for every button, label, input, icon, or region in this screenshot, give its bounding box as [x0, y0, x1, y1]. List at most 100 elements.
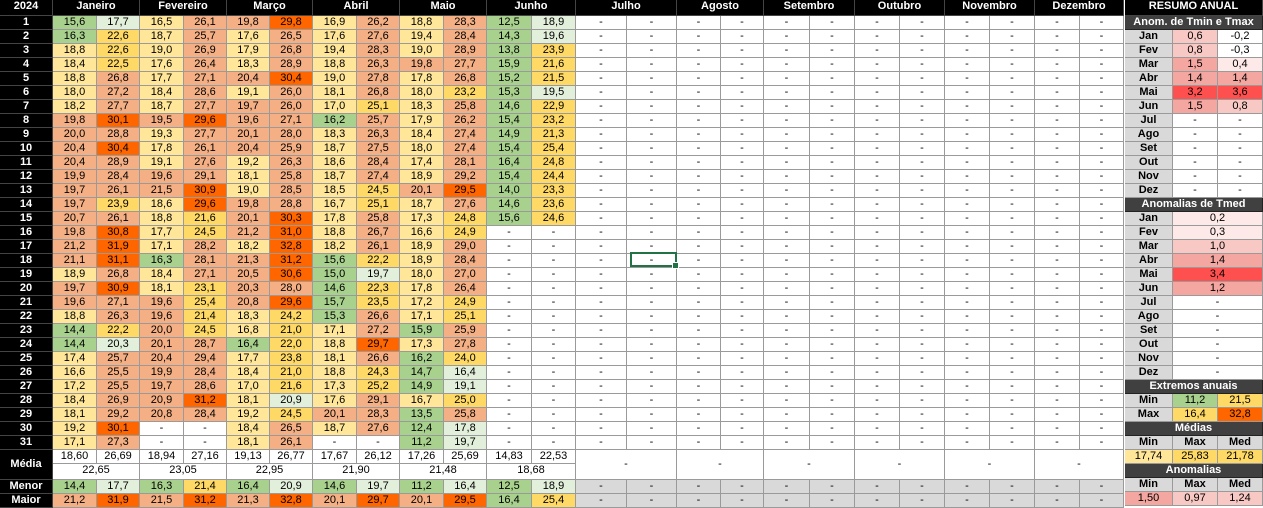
tmax-cell[interactable]: - — [990, 86, 1035, 100]
tmax-cell[interactable]: - — [990, 282, 1035, 296]
tmin-cell[interactable]: - — [945, 380, 990, 394]
tmax-cell[interactable]: - — [810, 408, 855, 422]
extremos-min-tmax[interactable]: 21,5 — [1218, 394, 1263, 408]
tmax-cell[interactable]: 27,8 — [444, 338, 487, 352]
tmax-cell[interactable]: 25,4 — [532, 142, 576, 156]
tmax-cell[interactable]: - — [721, 156, 764, 170]
tmax-cell[interactable]: - — [990, 338, 1035, 352]
tmin-cell[interactable]: - — [1035, 100, 1080, 114]
tmax-cell[interactable]: 24,5 — [357, 184, 400, 198]
tmin-cell[interactable]: 19,6 — [227, 114, 270, 128]
tmin-cell[interactable]: - — [764, 268, 810, 282]
tmin-cell[interactable]: 19,2 — [227, 408, 270, 422]
anom-tmax[interactable]: 0,4 — [1218, 58, 1263, 72]
tmin-cell[interactable]: - — [576, 310, 627, 324]
tmin-cell[interactable]: 18,4 — [400, 128, 444, 142]
tmax-cell[interactable]: - — [810, 254, 855, 268]
tmax-cell[interactable]: 30,8 — [97, 226, 140, 240]
anom-tmed[interactable]: 1,2 — [1173, 282, 1263, 296]
tmin-cell[interactable]: 19,8 — [400, 58, 444, 72]
tmax-cell[interactable]: - — [810, 72, 855, 86]
tmax-cell[interactable]: - — [627, 254, 677, 268]
tmax-cell[interactable]: 27,6 — [444, 198, 487, 212]
tmin-cell[interactable]: - — [855, 366, 900, 380]
tmin-cell[interactable]: 18,0 — [400, 142, 444, 156]
tmin-cell[interactable]: - — [576, 282, 627, 296]
tmin-cell[interactable]: - — [677, 58, 721, 72]
tmin-cell[interactable]: - — [1035, 380, 1080, 394]
tmin-cell[interactable]: - — [677, 366, 721, 380]
day-label-13[interactable]: 13 — [0, 184, 53, 198]
tmax-cell[interactable]: - — [900, 310, 945, 324]
tmax-cell[interactable]: 18,9 — [532, 16, 576, 30]
tmax-cell[interactable]: - — [1080, 184, 1124, 198]
tmax-cell[interactable]: 22,5 — [97, 58, 140, 72]
tmin-cell[interactable]: - — [1035, 352, 1080, 366]
maior-tmax[interactable]: 32,8 — [270, 494, 313, 508]
tmin-cell[interactable]: 19,1 — [140, 156, 184, 170]
tmax-cell[interactable]: - — [900, 338, 945, 352]
anom-tmax[interactable]: -0,3 — [1218, 44, 1263, 58]
tmin-cell[interactable]: - — [576, 324, 627, 338]
tmin-cell[interactable]: - — [140, 436, 184, 450]
tmin-cell[interactable]: 20,0 — [140, 324, 184, 338]
tmax-cell[interactable]: - — [990, 422, 1035, 436]
anom-tmin[interactable]: - — [1173, 184, 1218, 198]
media-empty[interactable]: - — [764, 450, 855, 480]
tmin-cell[interactable]: - — [677, 436, 721, 450]
tmin-cell[interactable]: 19,7 — [227, 100, 270, 114]
menor-tmax[interactable]: 17,7 — [97, 480, 140, 494]
tmax-cell[interactable]: 26,1 — [97, 212, 140, 226]
tmax-cell[interactable]: - — [900, 58, 945, 72]
tmin-cell[interactable]: - — [764, 128, 810, 142]
extremos-min-tmin[interactable]: 11,2 — [1173, 394, 1218, 408]
tmax-cell[interactable]: - — [990, 324, 1035, 338]
tmax-cell[interactable]: - — [627, 226, 677, 240]
tmax-cell[interactable]: - — [627, 170, 677, 184]
tmin-cell[interactable]: - — [855, 324, 900, 338]
tmin-cell[interactable]: 18,0 — [400, 86, 444, 100]
tmax-cell[interactable]: - — [1080, 268, 1124, 282]
month-header-9[interactable]: Outubro — [855, 0, 945, 16]
resumo-month[interactable]: Dez — [1125, 184, 1173, 198]
tmax-cell[interactable]: - — [810, 30, 855, 44]
media-tmax[interactable]: 26,12 — [357, 450, 400, 464]
tmin-cell[interactable]: 18,2 — [313, 240, 357, 254]
medias-max-header[interactable]: Max — [1173, 436, 1218, 450]
tmax-cell[interactable]: 27,3 — [97, 436, 140, 450]
tmin-cell[interactable]: - — [677, 30, 721, 44]
tmin-cell[interactable]: - — [855, 16, 900, 30]
tmin-cell[interactable]: - — [764, 226, 810, 240]
tmax-cell[interactable]: 21,4 — [184, 310, 227, 324]
tmin-cell[interactable]: 17,1 — [313, 324, 357, 338]
tmax-cell[interactable]: 25,4 — [184, 296, 227, 310]
tmax-cell[interactable]: - — [810, 240, 855, 254]
day-label-1[interactable]: 1 — [0, 16, 53, 30]
tmax-cell[interactable]: 25,5 — [97, 366, 140, 380]
tmin-cell[interactable]: 20,1 — [313, 408, 357, 422]
tmin-cell[interactable]: 17,8 — [313, 212, 357, 226]
tmax-cell[interactable]: 27,1 — [184, 268, 227, 282]
tmax-cell[interactable]: 22,9 — [532, 100, 576, 114]
menor-empty[interactable]: - — [855, 480, 900, 494]
tmin-cell[interactable]: 16,3 — [140, 254, 184, 268]
tmin-cell[interactable]: - — [576, 366, 627, 380]
month-header-8[interactable]: Setembro — [764, 0, 855, 16]
tmax-cell[interactable]: - — [990, 352, 1035, 366]
tmax-cell[interactable]: 27,2 — [97, 86, 140, 100]
tmin-cell[interactable]: - — [1035, 254, 1080, 268]
resumo-month[interactable]: Mar — [1125, 240, 1173, 254]
tmin-cell[interactable]: 17,6 — [140, 58, 184, 72]
menor-tmin[interactable]: 16,3 — [140, 480, 184, 494]
tmin-cell[interactable]: 18,1 — [140, 282, 184, 296]
tmax-cell[interactable]: 21,0 — [270, 324, 313, 338]
day-label-16[interactable]: 16 — [0, 226, 53, 240]
tmin-cell[interactable]: - — [487, 268, 532, 282]
tmax-cell[interactable]: - — [627, 16, 677, 30]
anomalias-med[interactable]: 1,24 — [1218, 492, 1263, 506]
tmax-cell[interactable]: - — [900, 268, 945, 282]
tmin-cell[interactable]: - — [764, 30, 810, 44]
tmin-cell[interactable]: 17,8 — [400, 72, 444, 86]
tmax-cell[interactable]: 27,8 — [357, 72, 400, 86]
menor-tmax[interactable]: 18,9 — [532, 480, 576, 494]
